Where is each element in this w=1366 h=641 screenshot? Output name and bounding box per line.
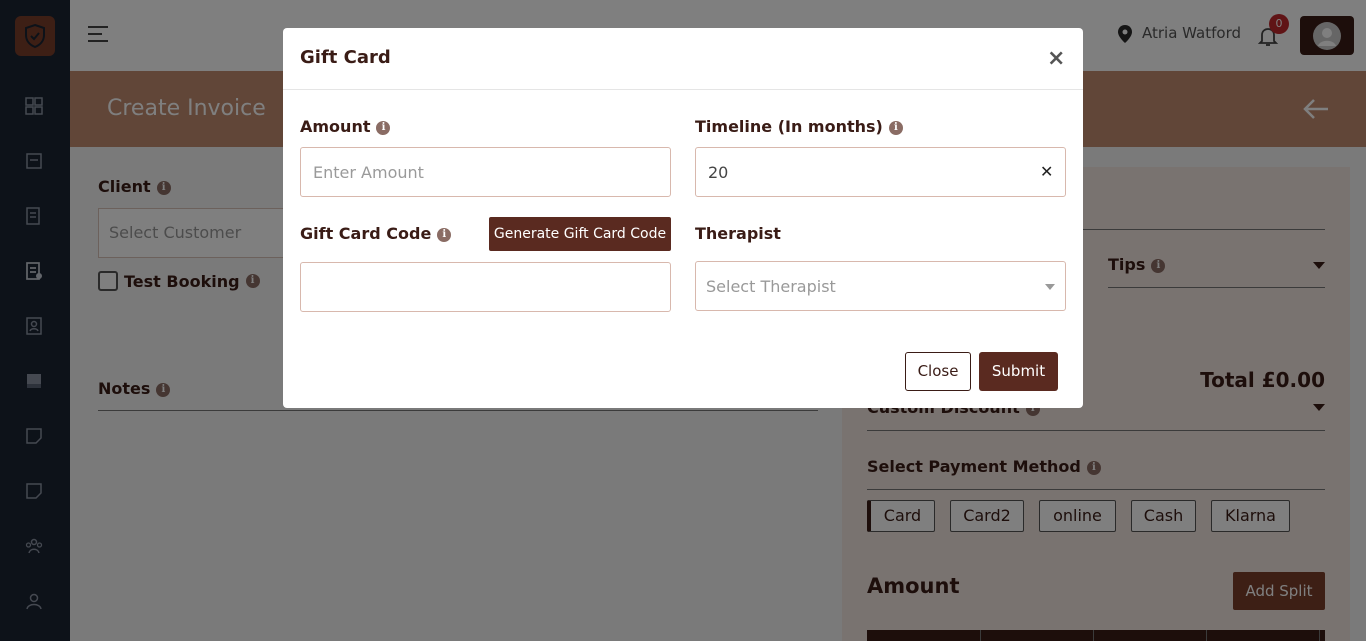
close-button[interactable]: Close <box>905 352 971 391</box>
close-icon[interactable]: × <box>1047 46 1065 71</box>
modal-title: Gift Card <box>300 47 391 68</box>
info-icon: i <box>888 120 903 135</box>
gift-card-code-label: Gift Card Code i <box>300 224 452 243</box>
amount-input[interactable] <box>300 147 671 197</box>
gift-card-code-input[interactable] <box>300 262 671 312</box>
info-icon: i <box>437 227 452 242</box>
gift-card-modal: Gift Card × Amounti Timeline (In months)… <box>283 28 1083 408</box>
chevron-down-icon <box>1045 284 1055 290</box>
info-icon: i <box>376 120 391 135</box>
amount-label: Amount i <box>300 117 391 136</box>
timeline-label: Timeline (In months) i <box>695 117 903 136</box>
submit-button[interactable]: Submit <box>979 352 1058 391</box>
clear-icon[interactable]: ✕ <box>1040 162 1053 181</box>
modal-header: Gift Card × <box>283 28 1083 90</box>
therapist-select[interactable]: Select Therapist <box>695 261 1066 311</box>
therapist-label: Therapist <box>695 224 781 243</box>
timeline-input[interactable] <box>695 147 1066 197</box>
therapist-select-placeholder: Select Therapist <box>706 277 836 296</box>
generate-gift-card-code-button[interactable]: Generate Gift Card Code <box>489 217 671 251</box>
